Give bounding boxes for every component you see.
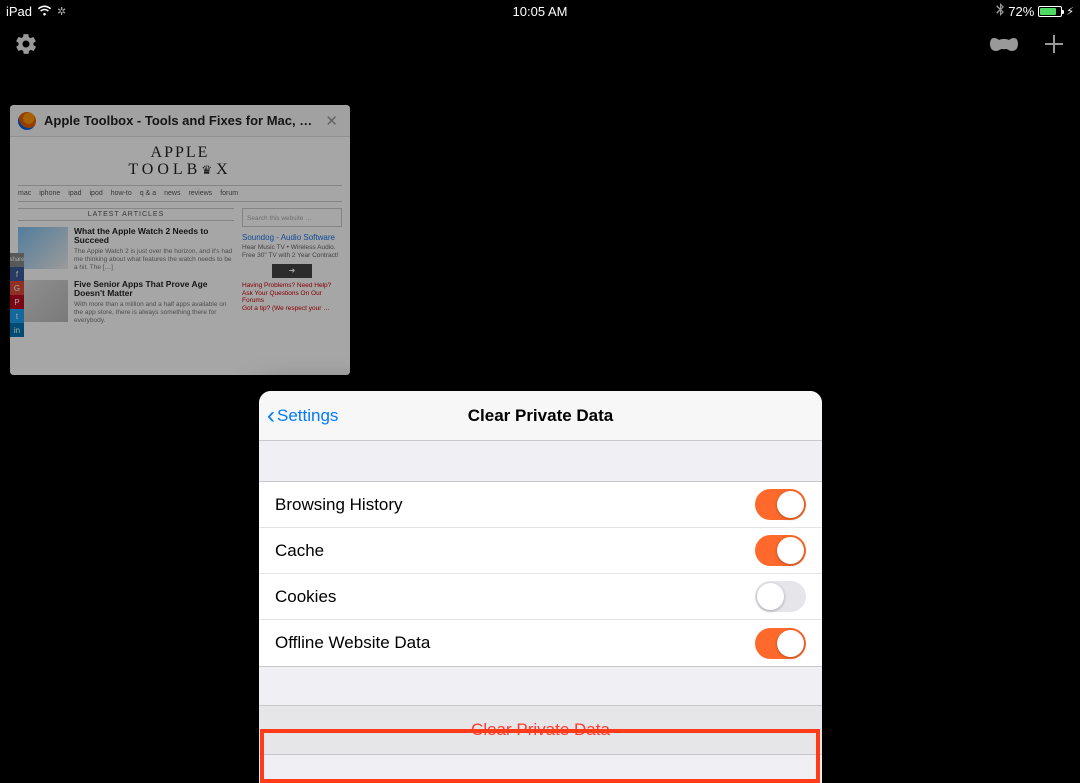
toggle-label: Cache [275,541,324,561]
chevron-left-icon: ‹ [267,404,275,428]
battery-percent: 72% [1008,4,1034,19]
toggle-switch[interactable] [755,581,806,612]
toggle-row-cache: Cache [259,528,822,574]
toggle-label: Offline Website Data [275,633,430,653]
modal-title: Clear Private Data [468,406,614,426]
toggle-switch[interactable] [755,628,806,659]
clear-private-data-modal: ‹ Settings Clear Private Data Browsing H… [259,391,822,783]
toggle-row-browsing-history: Browsing History [259,482,822,528]
toggle-label: Cookies [275,587,336,607]
toggle-switch[interactable] [755,535,806,566]
clock: 10:05 AM [513,4,568,19]
private-mode-button[interactable] [988,28,1020,60]
clear-private-data-button[interactable]: Clear Private Data [259,706,822,754]
toggle-row-cookies: Cookies [259,574,822,620]
charging-icon: ⚡︎ [1066,5,1074,18]
back-button[interactable]: ‹ Settings [259,404,338,428]
wifi-icon [37,4,52,19]
back-label: Settings [277,406,338,426]
toggle-row-offline-website-data: Offline Website Data [259,620,822,666]
toggle-label: Browsing History [275,495,403,515]
toggle-list: Browsing History Cache Cookies Offline Webs… [259,481,822,667]
modal-nav-bar: ‹ Settings Clear Private Data [259,391,822,441]
status-bar: iPad ✲ 10:05 AM 72% ⚡︎ [0,0,1080,22]
bluetooth-icon [996,3,1004,19]
browser-toolbar [0,22,1080,66]
tab-thumbnail[interactable]: Apple Toolbox - Tools and Fixes for Mac,… [10,105,350,375]
settings-button[interactable] [10,28,42,60]
device-label: iPad [6,4,32,19]
loading-icon: ✲ [57,5,66,18]
new-tab-button[interactable] [1038,28,1070,60]
toggle-switch[interactable] [755,489,806,520]
battery-icon [1038,6,1062,17]
